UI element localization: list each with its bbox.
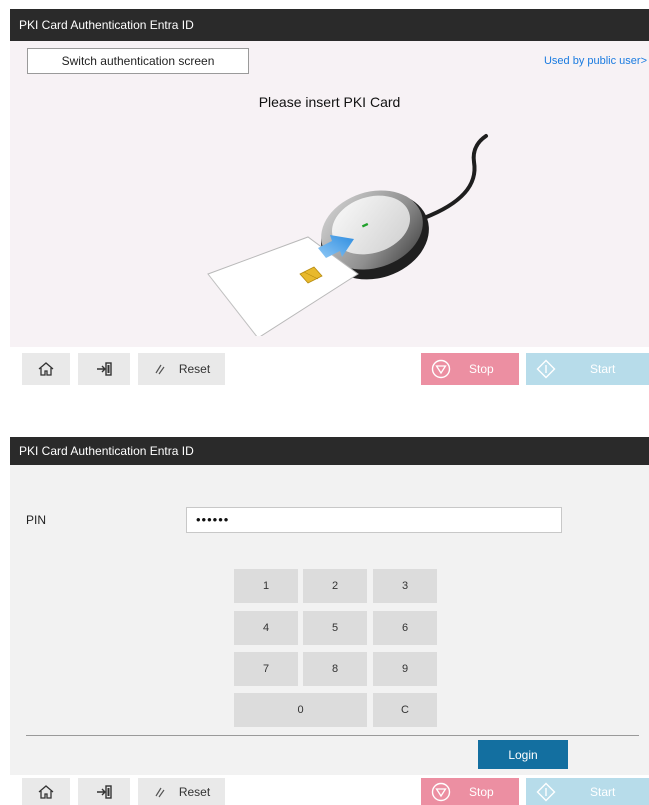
- insert-card-message: Please insert PKI Card: [258, 94, 401, 110]
- bottom-toolbar: Reset Stop Start: [10, 350, 649, 386]
- reset-label: Reset: [178, 784, 211, 799]
- reset-icon: [153, 362, 167, 376]
- key-9[interactable]: 9: [373, 652, 437, 686]
- public-user-link[interactable]: Used by public user>: [544, 55, 647, 67]
- stop-label: Stop: [469, 362, 494, 376]
- start-label: Start: [590, 362, 616, 376]
- login-button[interactable]: Login: [478, 740, 568, 769]
- stop-icon: [431, 782, 451, 802]
- reset-label: Reset: [178, 362, 211, 376]
- home-button[interactable]: [22, 778, 70, 805]
- switch-authentication-button[interactable]: Switch authentication screen: [27, 48, 249, 74]
- main-content: Switch authentication screen Used by pub…: [10, 41, 649, 347]
- card-reader-illustration: [190, 126, 490, 336]
- divider: [26, 735, 639, 736]
- key-7[interactable]: 7: [234, 652, 298, 686]
- card-insert-screen: PKI Card Authentication Entra ID Switch …: [10, 9, 649, 389]
- reset-button[interactable]: Reset: [138, 778, 225, 805]
- start-button[interactable]: Start: [526, 778, 649, 805]
- key-5[interactable]: 5: [303, 611, 367, 645]
- start-icon: [536, 359, 556, 379]
- key-6[interactable]: 6: [373, 611, 437, 645]
- key-3[interactable]: 3: [373, 569, 437, 603]
- logout-icon: [95, 360, 113, 378]
- screen-title: PKI Card Authentication Entra ID: [10, 437, 649, 465]
- stop-label: Stop: [469, 784, 494, 799]
- pin-input[interactable]: ••••••: [186, 507, 562, 533]
- start-label: Start: [590, 784, 616, 799]
- start-button[interactable]: Start: [526, 353, 649, 385]
- key-0[interactable]: 0: [234, 693, 367, 727]
- key-8[interactable]: 8: [303, 652, 367, 686]
- logout-icon: [95, 783, 113, 801]
- pin-label: PIN: [26, 513, 47, 527]
- key-1[interactable]: 1: [234, 569, 298, 603]
- screen-title: PKI Card Authentication Entra ID: [10, 9, 649, 41]
- main-content: PIN •••••• 1 2 3 4 5 6 7 8 9 0 C Login: [10, 465, 649, 778]
- logout-button[interactable]: [78, 778, 130, 805]
- home-icon: [37, 360, 55, 378]
- bottom-toolbar: Reset Stop Start: [10, 775, 649, 805]
- key-2[interactable]: 2: [303, 569, 367, 603]
- key-clear[interactable]: C: [373, 693, 437, 727]
- start-icon: [536, 782, 556, 802]
- key-4[interactable]: 4: [234, 611, 298, 645]
- pin-entry-screen: PKI Card Authentication Entra ID PIN •••…: [10, 437, 649, 805]
- logout-button[interactable]: [78, 353, 130, 385]
- stop-button[interactable]: Stop: [421, 353, 519, 385]
- reset-button[interactable]: Reset: [138, 353, 225, 385]
- home-icon: [37, 783, 55, 801]
- reset-icon: [153, 785, 167, 799]
- stop-icon: [431, 359, 451, 379]
- stop-button[interactable]: Stop: [421, 778, 519, 805]
- home-button[interactable]: [22, 353, 70, 385]
